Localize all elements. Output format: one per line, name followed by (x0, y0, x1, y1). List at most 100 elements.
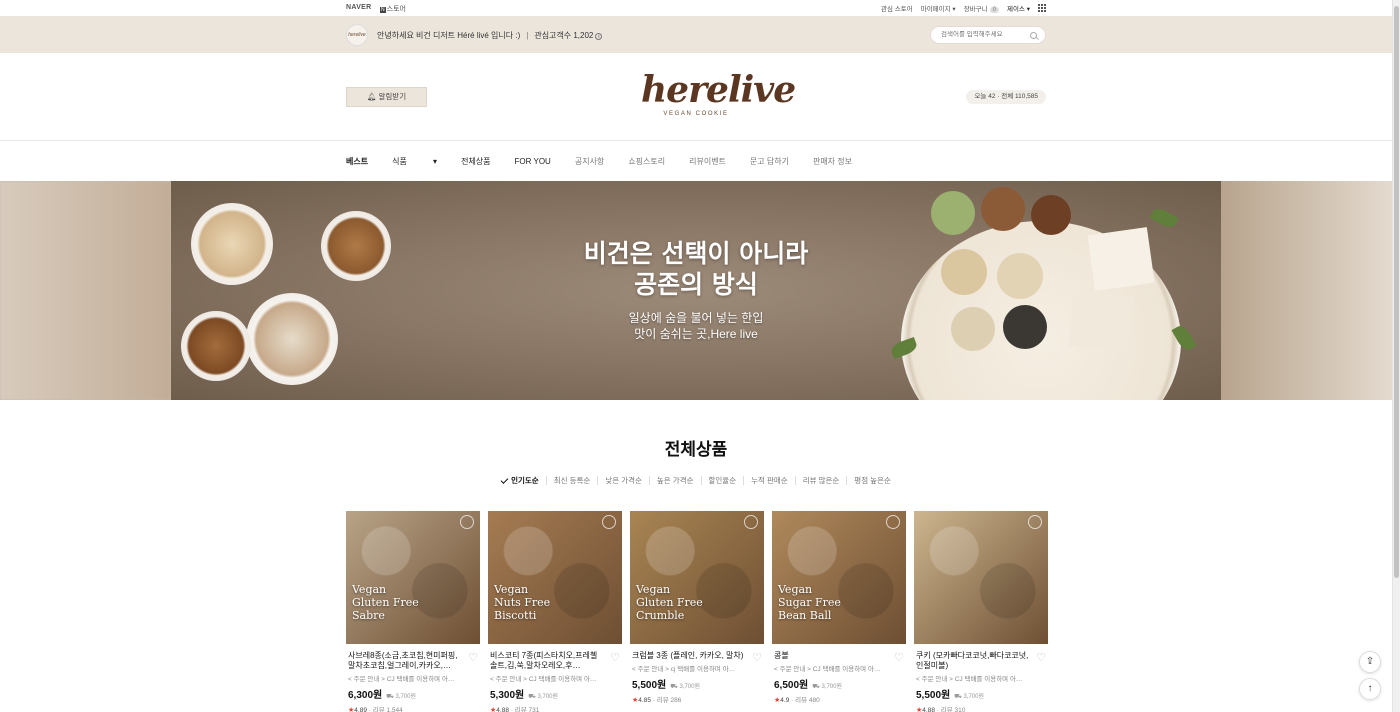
product-image-caption: Vegan Gluten Free Crumble (636, 583, 703, 622)
arrow-up-icon: ↑ (1367, 683, 1373, 694)
scroll-top-button[interactable]: ↑ (1359, 678, 1381, 700)
heart-icon[interactable]: ♡ (894, 651, 904, 664)
utility-bar: NAVER N 스토어 관심 스토어 마이페이지 ▾ 장바구니 0 제이스 ▾ (0, 0, 1392, 16)
product-image[interactable]: Vegan Gluten Free Crumble (630, 511, 764, 644)
product-price: 5,500원 (632, 680, 667, 691)
product-name[interactable]: 사브레8종(소금,초코칩,현미퍼핑,말차초코칩,얼그레이,카카오,… (346, 651, 480, 671)
sort-rating[interactable]: 평점 높은순 (846, 476, 898, 485)
product-card[interactable]: Vegan Sugar Free Bean Ball ♡ 콩볼 < 주문 안내 … (772, 511, 906, 712)
product-card[interactable]: ♡ 쿠키 (모카빠다코코넛,빠다코코넛,인절미볼) < 주문 안내 > CJ 택… (914, 511, 1048, 712)
smartstore-logo[interactable]: N 스토어 (380, 4, 406, 14)
apps-grid-icon[interactable] (1038, 4, 1046, 12)
sort-reviews[interactable]: 리뷰 많은순 (794, 476, 847, 485)
sort-high-price[interactable]: 높은 가격순 (648, 476, 701, 485)
product-name[interactable]: 콩볼 (772, 651, 906, 661)
product-price: 6,500원 (774, 680, 809, 691)
truck-icon: ⛟︎ (812, 684, 820, 690)
store-search-box[interactable] (930, 26, 1046, 44)
banner-headline-1: 비건은 선택이 아니라 (583, 239, 809, 268)
sort-newest[interactable]: 최신 등록순 (545, 476, 598, 485)
banner-sub-1: 일상에 숨을 불어 넣는 한입 (628, 311, 764, 325)
truck-icon: ⛟︎ (386, 694, 394, 700)
cart-count-badge: 0 (989, 7, 999, 13)
product-grid: Vegan Gluten Free Sabre ♡ 사브레8종(소금,초코칩,현… (346, 511, 1048, 712)
shipping-fee-value: 3,700원 (821, 684, 843, 690)
mypage-link[interactable]: 마이페이지 ▾ (921, 3, 956, 13)
naver-logo[interactable]: NAVER (346, 4, 371, 11)
heart-icon[interactable]: ♡ (752, 651, 762, 664)
nav-notice[interactable]: 공지사항 (575, 156, 604, 167)
share-icon: ⇪ (1365, 656, 1375, 667)
nav-review-event[interactable]: 리뷰이벤트 (689, 156, 726, 167)
notify-label: 알림받기 (378, 92, 407, 101)
rating-score: 4.85 (638, 697, 651, 704)
product-name[interactable]: 비스코티 7종(피스타치오,프레첼솔트,김,쑥,말차오레오,후… (488, 651, 622, 671)
brand-logo[interactable]: herelive VEGAN COOKIE (641, 71, 796, 117)
product-description: < 주문 안내 > cj 택배를 이용하며 아… (632, 666, 736, 673)
store-logo-badge: N (380, 7, 386, 13)
rating-score: 4.88 (922, 707, 935, 712)
product-rating: ★4.9 · 리뷰 480 (774, 697, 820, 704)
product-description: < 주문 안내 > CJ 택배를 이용하며 아… (348, 676, 455, 683)
hero-banner[interactable]: 비건은 선택이 아니라 공존의 방식 일상에 숨을 불어 넣는 한입맛이 숨쉬는 … (0, 181, 1392, 400)
info-icon[interactable]: i (595, 33, 603, 40)
product-card[interactable]: Vegan Gluten Free Sabre ♡ 사브레8종(소금,초코칩,현… (346, 511, 480, 712)
product-card[interactable]: Vegan Nuts Free Biscotti ♡ 비스코티 7종(피스타치오… (488, 511, 622, 712)
product-image-caption: Vegan Gluten Free Sabre (352, 583, 419, 622)
shipping-fee: ⛟︎ 3,700원 (386, 691, 416, 701)
product-image[interactable] (914, 511, 1048, 644)
page-scrollbar[interactable] (1392, 0, 1400, 712)
banner-headline-2: 공존의 방식 (634, 270, 758, 299)
category-nav: 베스트 식품 ▾ 전체상품 FOR YOU 공지사항 쇼핑스토리 리뷰이벤트 문… (0, 142, 1392, 181)
sort-discount[interactable]: 할인율순 (700, 476, 744, 485)
store-avatar[interactable]: herelive (346, 24, 368, 46)
nav-for-you[interactable]: FOR YOU (515, 157, 551, 166)
product-card[interactable]: Vegan Gluten Free Crumble ♡ 크럼블 3종 (플레인,… (630, 511, 764, 712)
product-image[interactable]: Vegan Sugar Free Bean Ball (772, 511, 906, 644)
product-name[interactable]: 크럼블 3종 (플레인, 카카오, 말차) (630, 651, 764, 661)
sort-popular[interactable]: 인기도순 (494, 476, 546, 485)
scrollbar-thumb[interactable] (1394, 6, 1399, 578)
price-row: 5,300원 ⛟︎ 3,700원 (488, 686, 622, 701)
product-name[interactable]: 쿠키 (모카빠다코코넛,빠다코코넛,인절미볼) (914, 651, 1048, 671)
product-description: < 주문 안내 > CJ 택배를 이용하며 아… (916, 676, 1023, 683)
nav-best[interactable]: 베스트 (346, 156, 368, 167)
shipping-fee: ⛟︎ 3,700원 (812, 681, 842, 691)
nav-food[interactable]: 식품 ▾ (392, 156, 437, 167)
price-row: 6,300원 ⛟︎ 3,700원 (346, 686, 480, 701)
banner-side-left (0, 181, 171, 400)
shipping-fee-value: 3,700원 (963, 694, 985, 700)
followers-count: 관심고객수 1,202 (534, 31, 594, 40)
store-logo-text: 스토어 (386, 6, 406, 13)
nav-qna[interactable]: 문고 답하기 (750, 156, 789, 167)
shipping-fee: ⛟︎ 3,700원 (670, 681, 700, 691)
notify-button[interactable]: 🔔︎ 알림받기 (346, 87, 427, 107)
nav-seller-info[interactable]: 판매자 정보 (813, 156, 852, 167)
heart-icon[interactable]: ♡ (468, 651, 478, 664)
rating-score: 4.9 (780, 697, 790, 704)
product-image[interactable]: Vegan Gluten Free Sabre (346, 511, 480, 644)
brand-mark-icon (886, 515, 900, 529)
product-image[interactable]: Vegan Nuts Free Biscotti (488, 511, 622, 644)
banner-image: 비건은 선택이 아니라 공존의 방식 일상에 숨을 불어 넣는 한입맛이 숨쉬는 … (171, 181, 1221, 400)
sort-sales[interactable]: 누적 판매순 (743, 476, 795, 485)
share-button[interactable]: ⇪ (1359, 651, 1381, 673)
nav-shopping-story[interactable]: 쇼핑스토리 (628, 156, 665, 167)
nav-food-label: 식품 (392, 157, 407, 166)
product-rating: ★4.85 · 리뷰 286 (632, 697, 682, 704)
favorite-stores-link[interactable]: 관심 스토어 (881, 3, 913, 13)
shipping-fee: ⛟︎ 3,700원 (954, 691, 984, 701)
shipping-fee-value: 3,700원 (679, 684, 701, 690)
cart-link[interactable]: 장바구니 0 (964, 3, 999, 13)
rating-score: 4.89 (354, 707, 367, 712)
heart-icon[interactable]: ♡ (610, 651, 620, 664)
search-icon[interactable] (1030, 32, 1037, 39)
banner-sub-2: 맛이 숨쉬는 곳,Here live (634, 327, 758, 341)
sort-low-price[interactable]: 낮은 가격순 (597, 476, 649, 485)
search-input[interactable] (941, 31, 1027, 38)
brand-mark-icon (602, 515, 616, 529)
heart-icon[interactable]: ♡ (1036, 651, 1046, 664)
check-icon (500, 476, 509, 484)
user-menu[interactable]: 제이스 ▾ (1007, 3, 1030, 13)
nav-all-products[interactable]: 전체상품 (461, 156, 490, 167)
